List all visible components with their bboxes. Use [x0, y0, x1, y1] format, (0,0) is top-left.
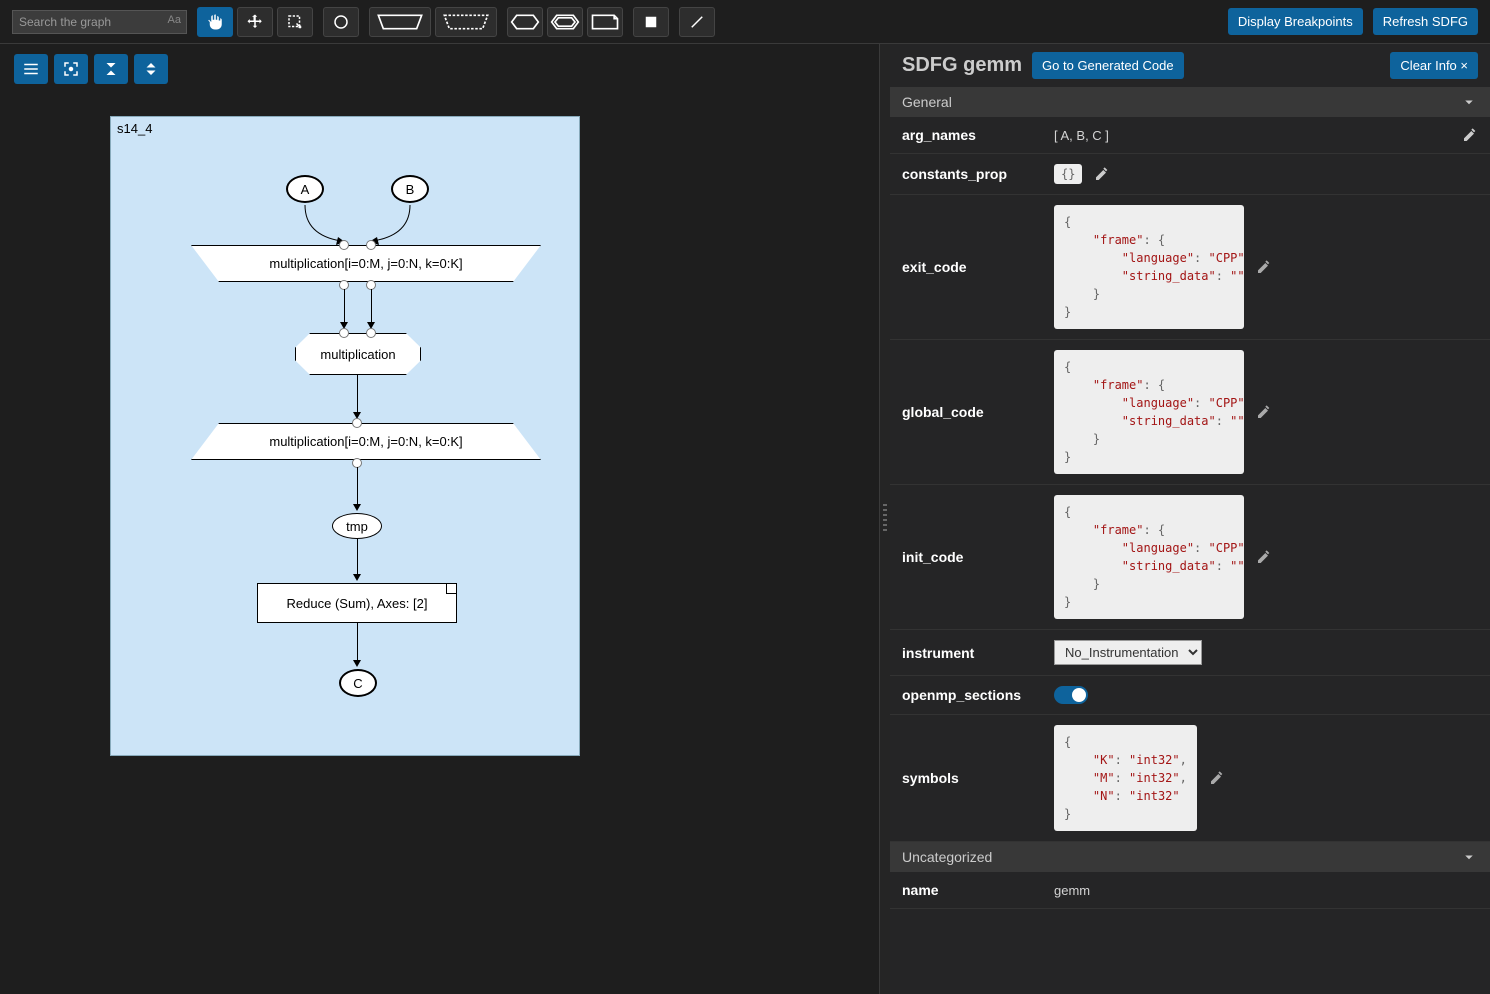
chevron-down-icon — [1460, 848, 1478, 866]
add-state[interactable] — [633, 7, 669, 37]
display-breakpoints-button[interactable]: Display Breakpoints — [1228, 8, 1363, 35]
add-tasklet[interactable] — [507, 7, 543, 37]
tmp-node[interactable]: tmp — [332, 513, 382, 539]
refresh-sdfg-button[interactable]: Refresh SDFG — [1373, 8, 1478, 35]
clear-info-button[interactable]: Clear Info × — [1390, 52, 1478, 79]
panel-title: SDFG gemm — [902, 54, 1022, 77]
goto-generated-code-button[interactable]: Go to Generated Code — [1032, 52, 1184, 79]
edit-icon[interactable] — [1256, 549, 1272, 565]
panel-header: SDFG gemm Go to Generated Code Clear Inf… — [890, 44, 1490, 87]
menu-button[interactable] — [14, 54, 48, 84]
edit-icon[interactable] — [1256, 404, 1272, 420]
node-b[interactable]: B — [391, 175, 429, 203]
search-input[interactable] — [12, 10, 187, 34]
collapse-all-button[interactable] — [94, 54, 128, 84]
add-map-entry[interactable] — [369, 7, 431, 37]
instrument-select[interactable]: No_Instrumentation — [1054, 640, 1202, 665]
code-box[interactable]: { "frame": { "language": "CPP", "string_… — [1054, 205, 1244, 329]
topbar: Aa — [0, 0, 1490, 44]
edit-icon[interactable] — [1256, 259, 1272, 275]
prop-global-code: global_code { "frame": { "language": "CP… — [890, 340, 1490, 485]
tool-group-mode — [197, 7, 313, 37]
code-box[interactable]: { "frame": { "language": "CPP", "string_… — [1054, 350, 1244, 474]
add-edge[interactable] — [679, 7, 715, 37]
constants-badge[interactable]: {} — [1054, 164, 1082, 184]
prop-exit-code: exit_code { "frame": { "language": "CPP"… — [890, 195, 1490, 340]
section-general[interactable]: General — [890, 87, 1490, 117]
tool-group-add-edge — [679, 7, 715, 37]
code-box[interactable]: { "K": "int32", "M": "int32", "N": "int3… — [1054, 725, 1197, 831]
node-a[interactable]: A — [286, 175, 324, 203]
tool-group-add-node — [323, 7, 359, 37]
reduce-node[interactable]: Reduce (Sum), Axes: [2] — [257, 583, 457, 623]
map-entry-node[interactable]: multiplication[i=0:M, j=0:N, k=0:K] — [191, 245, 541, 282]
tool-group-add-map — [369, 7, 497, 37]
prop-init-code: init_code { "frame": { "language": "CPP"… — [890, 485, 1490, 630]
prop-instrument: instrument No_Instrumentation — [890, 630, 1490, 676]
edit-icon[interactable] — [1209, 770, 1225, 786]
graph-panel: s14_4 A B multiplication[i=0:M, j=0:N, k… — [0, 44, 880, 994]
info-panel: SDFG gemm Go to Generated Code Clear Inf… — [890, 44, 1490, 994]
prop-openmp-sections: openmp_sections — [890, 676, 1490, 715]
prop-symbols: symbols { "K": "int32", "M": "int32", "N… — [890, 715, 1490, 842]
search-wrap: Aa — [12, 10, 187, 34]
code-box[interactable]: { "frame": { "language": "CPP", "string_… — [1054, 495, 1244, 619]
node-c[interactable]: C — [339, 669, 377, 697]
map-exit-node[interactable]: multiplication[i=0:M, j=0:N, k=0:K] — [191, 423, 541, 460]
case-sensitive-toggle[interactable]: Aa — [168, 14, 181, 26]
prop-arg-names: arg_names [ A, B, C ] — [890, 117, 1490, 154]
pan-tool[interactable] — [197, 7, 233, 37]
canvas-toolbar — [14, 54, 168, 84]
tool-group-add-state — [633, 7, 669, 37]
graph-canvas[interactable]: s14_4 A B multiplication[i=0:M, j=0:N, k… — [110, 116, 580, 756]
tasklet-node[interactable]: multiplication — [295, 333, 421, 375]
edit-icon[interactable] — [1094, 166, 1110, 182]
section-uncategorized[interactable]: Uncategorized — [890, 842, 1490, 872]
prop-constants-prop: constants_prop {} — [890, 154, 1490, 195]
openmp-toggle[interactable] — [1054, 686, 1088, 704]
add-consume-entry[interactable] — [435, 7, 497, 37]
edit-icon[interactable] — [1462, 127, 1478, 143]
add-access-node[interactable] — [323, 7, 359, 37]
fit-view-button[interactable] — [54, 54, 88, 84]
add-library-node[interactable] — [587, 7, 623, 37]
add-nested-sdfg[interactable] — [547, 7, 583, 37]
select-tool[interactable] — [277, 7, 313, 37]
move-tool[interactable] — [237, 7, 273, 37]
prop-name: name gemm — [890, 872, 1490, 909]
expand-all-button[interactable] — [134, 54, 168, 84]
splitter[interactable] — [880, 44, 890, 994]
chevron-down-icon — [1460, 93, 1478, 111]
reduce-label: Reduce (Sum), Axes: [2] — [287, 596, 428, 611]
main: s14_4 A B multiplication[i=0:M, j=0:N, k… — [0, 44, 1490, 994]
state-label: s14_4 — [117, 121, 152, 136]
tool-group-add-tasklet — [507, 7, 623, 37]
